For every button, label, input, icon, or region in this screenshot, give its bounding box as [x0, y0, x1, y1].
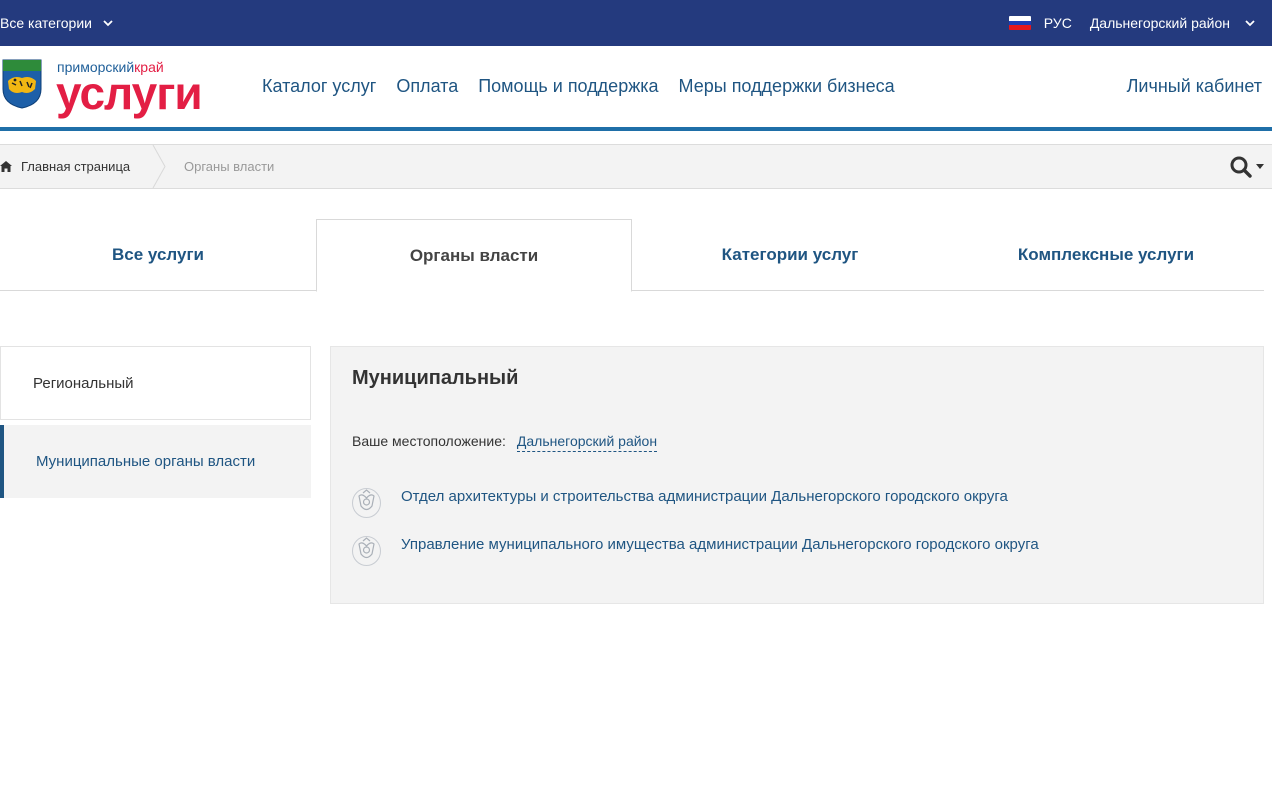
site-header: приморскийкрай услуги Каталог услуг Опла…	[0, 46, 1272, 128]
content-panel: Муниципальный Ваше местоположение: Дальн…	[330, 346, 1264, 604]
tab-all-services[interactable]: Все услуги	[0, 219, 316, 291]
tab-complex-services[interactable]: Комплексные услуги	[948, 219, 1264, 291]
top-bar: Все категории РУС Дальнегорский район	[0, 0, 1272, 46]
personal-account-link[interactable]: Личный кабинет	[1127, 46, 1262, 126]
breadcrumb-home-label: Главная страница	[21, 159, 131, 174]
organization-name: Отдел архитектуры и строительства админи…	[401, 488, 1008, 505]
caret-down-icon	[1256, 163, 1264, 169]
organization-name: Управление муниципального имущества адми…	[401, 536, 1039, 553]
all-categories-dropdown[interactable]: Все категории	[0, 0, 114, 46]
main-nav: Каталог услуг Оплата Помощь и поддержка …	[262, 46, 895, 126]
list-item[interactable]: Управление муниципального имущества адми…	[351, 535, 1039, 567]
state-emblem-icon	[352, 536, 381, 566]
state-emblem-icon	[352, 488, 381, 518]
search-icon	[1230, 156, 1252, 178]
chevron-down-icon	[1244, 17, 1256, 29]
coat-of-arms-icon	[2, 59, 42, 109]
russian-flag-icon	[1008, 16, 1031, 30]
home-icon	[0, 161, 12, 172]
location-label: Ваше местоположение:	[352, 433, 506, 449]
tabs-divider	[0, 290, 1264, 291]
list-item[interactable]: Отдел архитектуры и строительства админи…	[351, 487, 1008, 519]
section-title: Муниципальный	[352, 367, 519, 389]
region-label: Дальнегорский район	[1089, 15, 1230, 31]
sidebar-item-municipal[interactable]: Муниципальные органы власти	[0, 425, 311, 498]
location-link[interactable]: Дальнегорский район	[516, 433, 658, 452]
language-switch[interactable]: РУС	[1044, 15, 1072, 31]
breadcrumb: Главная страница Органы власти	[0, 144, 1272, 189]
nav-help[interactable]: Помощь и поддержка	[478, 76, 658, 97]
site-logo[interactable]: приморскийкрай услуги	[0, 58, 205, 119]
header-divider	[0, 127, 1272, 131]
sidebar-item-regional[interactable]: Региональный	[0, 346, 311, 420]
region-selector[interactable]: Дальнегорский район	[1090, 15, 1256, 31]
nav-payment[interactable]: Оплата	[396, 76, 458, 97]
logo-services-text: услуги	[56, 67, 203, 119]
nav-catalog[interactable]: Каталог услуг	[262, 76, 376, 97]
search-button[interactable]	[1230, 145, 1264, 188]
nav-business-support[interactable]: Меры поддержки бизнеса	[679, 76, 895, 97]
breadcrumb-current: Органы власти	[184, 159, 275, 174]
tab-authorities[interactable]: Органы власти	[316, 219, 632, 292]
breadcrumb-separator	[152, 145, 166, 188]
breadcrumb-home[interactable]: Главная страница	[0, 145, 130, 188]
tab-service-categories[interactable]: Категории услуг	[632, 219, 948, 291]
all-categories-label: Все категории	[0, 15, 92, 31]
chevron-down-icon	[102, 17, 114, 29]
tabs-bar: Все услуги Органы власти Категории услуг…	[0, 219, 1264, 292]
location-row: Ваше местоположение: Дальнегорский район	[352, 433, 658, 452]
